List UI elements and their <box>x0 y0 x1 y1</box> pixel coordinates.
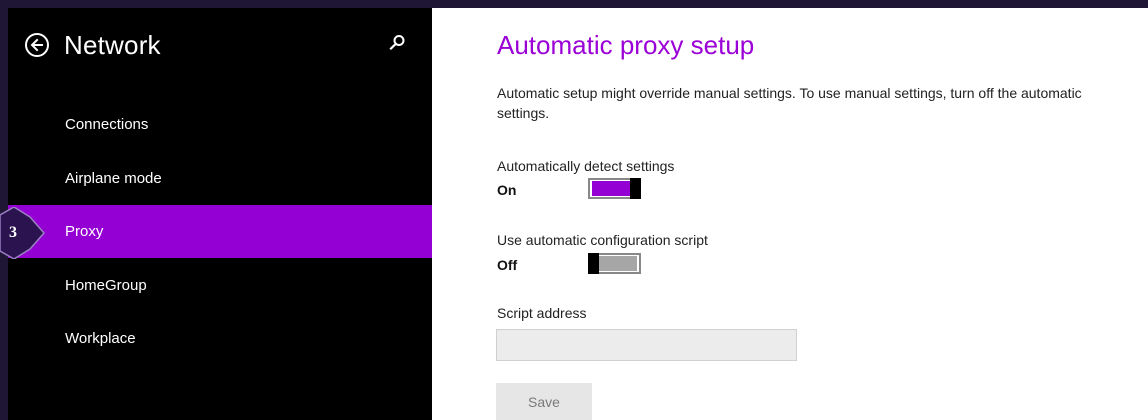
sidebar-item-label: Connections <box>65 116 149 133</box>
back-arrow-icon <box>30 38 43 52</box>
sidebar-item-airplane-mode[interactable]: Airplane mode <box>8 152 432 205</box>
sidebar-item-label: Airplane mode <box>65 170 162 187</box>
use-script-toggle[interactable] <box>588 253 641 274</box>
script-address-input[interactable] <box>496 329 797 361</box>
sidebar-item-proxy[interactable]: Proxy <box>8 205 432 258</box>
sidebar-item-workplace[interactable]: Workplace <box>8 312 432 365</box>
auto-detect-toggle[interactable] <box>588 178 641 199</box>
search-icon[interactable] <box>388 34 406 52</box>
toggle-fill <box>599 256 637 271</box>
back-button[interactable] <box>25 33 49 57</box>
toggle-thumb <box>588 253 599 274</box>
auto-detect-label: Automatically detect settings <box>497 158 675 174</box>
toggle-thumb <box>630 178 641 199</box>
window-top-frame <box>0 0 1148 8</box>
sidebar-item-label: Proxy <box>65 223 104 240</box>
sidebar-item-label: Workplace <box>65 330 136 347</box>
sidebar-item-label: HomeGroup <box>65 277 147 294</box>
script-address-label: Script address <box>497 305 587 321</box>
save-button[interactable]: Save <box>496 383 592 420</box>
toggle-fill <box>592 181 630 196</box>
use-script-state: Off <box>497 257 518 273</box>
sidebar-title: Network <box>64 30 161 60</box>
sidebar-item-connections[interactable]: Connections <box>8 98 432 151</box>
page-title: Automatic proxy setup <box>497 30 755 60</box>
sidebar-item-homegroup[interactable]: HomeGroup <box>8 259 432 312</box>
description-text: Automatic setup might override manual se… <box>497 85 1082 121</box>
use-script-label: Use automatic configuration script <box>497 232 708 248</box>
step-badge-number: 3 <box>9 224 17 241</box>
auto-detect-state: On <box>497 182 517 198</box>
